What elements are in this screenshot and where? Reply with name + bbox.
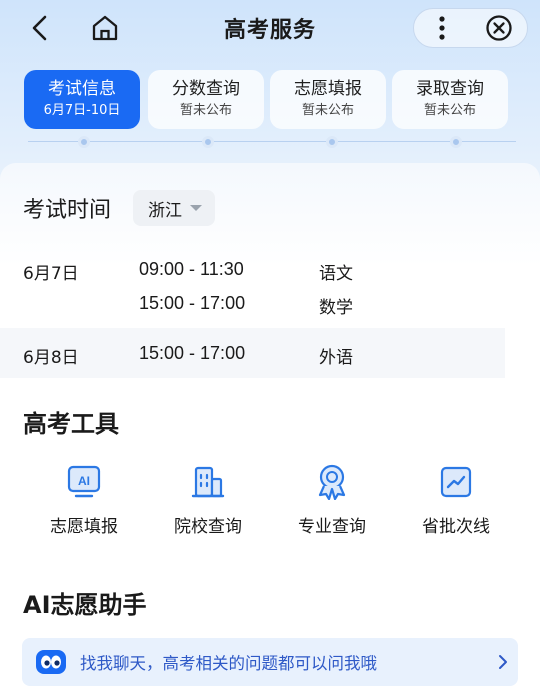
ai-board-icon: AI: [67, 465, 101, 498]
tab-label: 录取查询: [416, 79, 484, 99]
ai-assistant-entry[interactable]: 找我聊天，高考相关的问题都可以问我哦: [22, 638, 518, 686]
tab-score-query[interactable]: 分数查询 暂未公布: [148, 70, 264, 129]
timeline-dot: [326, 136, 338, 148]
tab-sublabel: 暂未公布: [179, 103, 232, 118]
tab-sublabel: 暂未公布: [423, 103, 476, 118]
tool-application[interactable]: AI 志愿填报: [24, 458, 144, 538]
tab-exam-info[interactable]: 考试信息 6月7日-10日: [24, 70, 140, 129]
exam-time: 09:00 - 11:30: [139, 259, 244, 279]
tab-label: 志愿填报: [294, 79, 362, 99]
chevron-right-icon: [499, 655, 507, 669]
exam-time: 15:00 - 17:00: [139, 343, 246, 363]
tab-sublabel: 6月7日-10日: [43, 103, 121, 118]
exam-subject: 语文: [319, 264, 353, 284]
tools-title: 高考工具: [23, 410, 119, 438]
svg-text:AI: AI: [78, 474, 90, 488]
timeline-dot: [78, 136, 90, 148]
building-icon: [191, 466, 225, 498]
step-tabs: 考试信息 6月7日-10日 分数查询 暂未公布 志愿填报 暂未公布 录取查询 暂…: [24, 70, 520, 130]
ai-assistant-title: AI志愿助手: [23, 591, 147, 619]
timeline-line: [28, 141, 516, 142]
timeline-dot: [202, 136, 214, 148]
province-value: 浙江: [148, 200, 182, 221]
more-button[interactable]: [414, 8, 471, 48]
tab-label: 分数查询: [172, 79, 240, 99]
caret-down-icon: [190, 205, 202, 211]
tool-label: 院校查询: [174, 517, 242, 537]
tool-label: 省批次线: [422, 517, 490, 537]
tool-label: 专业查询: [298, 517, 366, 537]
trend-chart-icon: [440, 466, 472, 498]
mini-program-capsule: [413, 8, 528, 48]
tool-batch-line[interactable]: 省批次线: [396, 458, 516, 538]
province-select[interactable]: 浙江: [133, 190, 215, 226]
medal-icon: [318, 464, 346, 500]
tool-label: 志愿填报: [50, 517, 118, 537]
exam-time: 15:00 - 17:00: [139, 293, 246, 313]
tab-application[interactable]: 志愿填报 暂未公布: [270, 70, 386, 129]
exam-date: 6月7日: [23, 264, 79, 284]
exam-date: 6月8日: [23, 348, 79, 368]
top-bar: 高考服务: [0, 0, 540, 58]
tab-label: 考试信息: [48, 79, 116, 99]
exam-time-title: 考试时间: [23, 198, 112, 223]
more-vertical-icon: [439, 16, 445, 40]
tool-college-query[interactable]: 院校查询: [148, 458, 268, 538]
tab-admission-query[interactable]: 录取查询 暂未公布: [392, 70, 508, 129]
tab-sublabel: 暂未公布: [301, 103, 354, 118]
step-timeline: [24, 134, 520, 150]
timeline-dot: [450, 136, 462, 148]
exam-subject: 数学: [319, 298, 353, 318]
tool-major-query[interactable]: 专业查询: [272, 458, 392, 538]
close-circle-icon: [486, 15, 512, 41]
exam-subject: 外语: [319, 348, 353, 368]
ai-assistant-prompt: 找我聊天，高考相关的问题都可以问我哦: [80, 654, 377, 673]
close-button[interactable]: [471, 8, 528, 48]
robot-eyes-icon: [36, 650, 66, 674]
